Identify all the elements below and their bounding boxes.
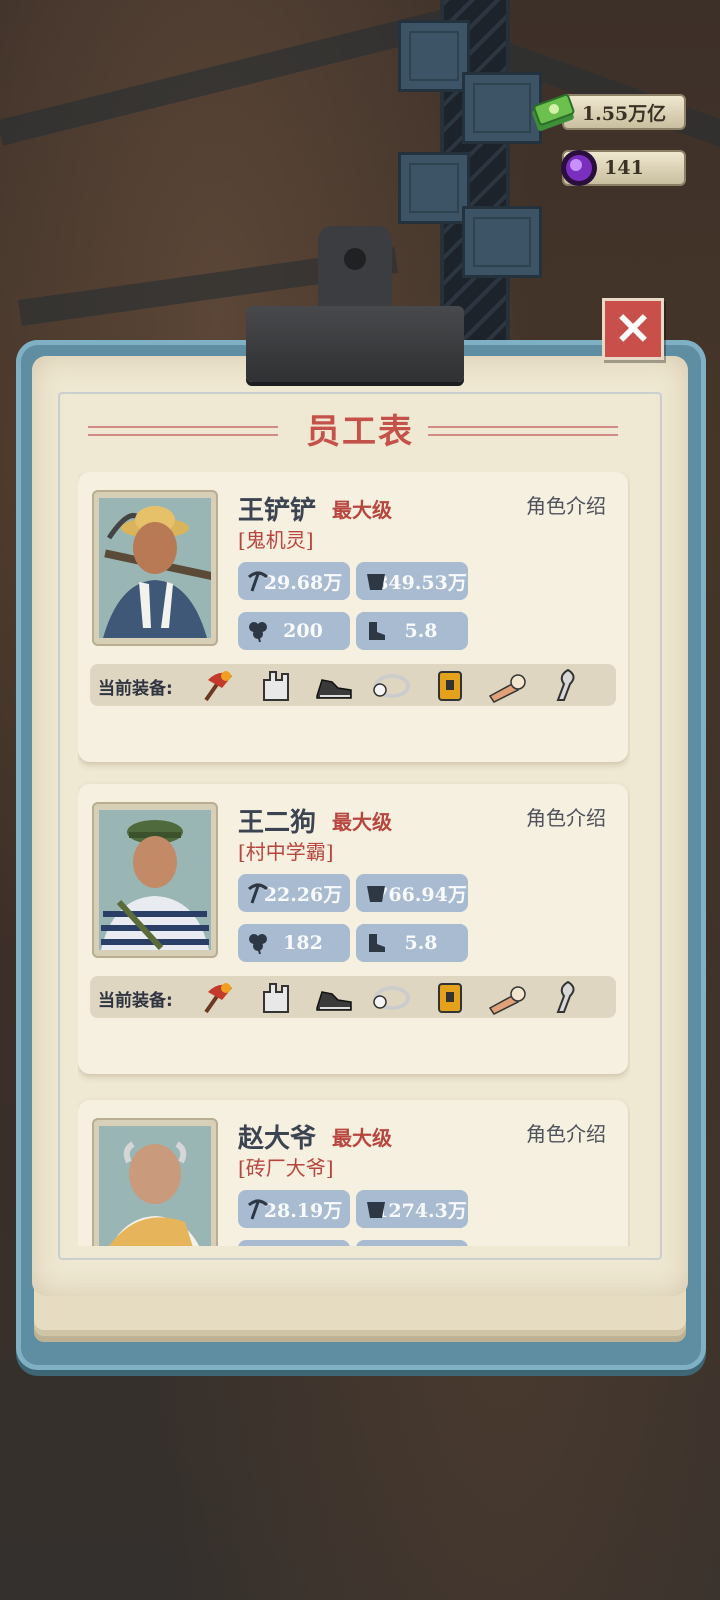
max-level-label: 最大级 — [332, 810, 392, 834]
max-level-label: 最大级 — [332, 1126, 392, 1150]
luck-value: 200 — [283, 620, 323, 642]
employee-name: 王铲铲 — [238, 496, 317, 526]
speed-stat: 5.8 — [356, 924, 468, 962]
backpack-icon[interactable] — [430, 978, 470, 1016]
boot-icon — [369, 934, 385, 952]
employee-title-tag: [村中学霸] — [238, 840, 334, 864]
bucket-icon — [367, 574, 385, 590]
pickaxe-icon[interactable] — [198, 666, 238, 704]
backpack-icon[interactable] — [430, 666, 470, 704]
capacity-value: 1274.3万 — [375, 1199, 467, 1222]
employee-card: 王二狗 最大级 [村中学霸] 角色介绍 22.26万 766.94万 182 5… — [78, 784, 628, 1074]
speed-stat — [356, 1240, 468, 1246]
capacity-stat: 849.53万 — [356, 562, 468, 600]
employee-title-tag: [鬼机灵] — [238, 528, 314, 552]
employee-name: 赵大爷 — [238, 1124, 317, 1154]
mining-stat: 28.19万 — [238, 1190, 350, 1228]
speed-value: 5.8 — [404, 932, 438, 954]
knee-pad-icon[interactable] — [546, 666, 586, 704]
equipment-bar: 当前装备: — [90, 664, 616, 706]
cash-value: 1.55万亿 — [581, 102, 667, 125]
capacity-stat: 1274.3万 — [356, 1190, 468, 1228]
capacity-value: 766.94万 — [375, 883, 467, 906]
employee-list[interactable]: 王铲铲 最大级 [鬼机灵] 角色介绍 29.68万 849.53万 200 5.… — [78, 472, 630, 1246]
employee-portrait — [92, 490, 218, 646]
speed-value: 5.8 — [404, 620, 438, 642]
equipment-label: 当前装备: — [98, 679, 173, 699]
title-divider-right — [428, 426, 618, 436]
speed-stat: 5.8 — [356, 612, 468, 650]
employee-card: 王铲铲 最大级 [鬼机灵] 角色介绍 29.68万 849.53万 200 5.… — [78, 472, 628, 762]
mining-stat: 29.68万 — [238, 562, 350, 600]
capacity-value: 849.53万 — [375, 571, 467, 594]
gloves-icon[interactable] — [256, 666, 296, 704]
cash-counter: 1.55万亿 — [562, 94, 686, 130]
employee-portrait — [92, 802, 218, 958]
equipment-bar: 当前装备: — [90, 976, 616, 1018]
luck-stat — [238, 1240, 350, 1246]
luck-stat: 182 — [238, 924, 350, 962]
equipment-label: 当前装备: — [98, 991, 173, 1011]
employee-name: 王二狗 — [238, 808, 317, 838]
clover-icon — [249, 934, 267, 955]
clover-icon — [249, 622, 267, 643]
character-intro-link[interactable]: 角色介绍 — [526, 802, 606, 831]
capacity-stat: 766.94万 — [356, 874, 468, 912]
purple-orb-icon — [561, 150, 597, 186]
headlamp-icon[interactable] — [372, 978, 412, 1016]
close-icon: ✕ — [614, 303, 652, 355]
mining-stat: 22.26万 — [238, 874, 350, 912]
pickaxe-icon[interactable] — [198, 978, 238, 1016]
close-button[interactable]: ✕ — [602, 298, 664, 360]
cash-bundle-icon — [532, 93, 575, 131]
pickaxe-stat-icon — [248, 883, 268, 904]
arm-guard-icon[interactable] — [488, 666, 528, 704]
shoes-icon[interactable] — [314, 978, 354, 1016]
mining-value: 29.68万 — [263, 571, 343, 594]
gloves-icon[interactable] — [256, 978, 296, 1016]
gem-value: 141 — [604, 157, 644, 179]
pickaxe-stat-icon — [248, 571, 268, 592]
clipboard-clip — [246, 226, 464, 384]
knee-pad-icon[interactable] — [546, 978, 586, 1016]
shoes-icon[interactable] — [314, 666, 354, 704]
bucket-icon — [367, 1202, 385, 1218]
headlamp-icon[interactable] — [372, 666, 412, 704]
bucket-icon — [367, 886, 385, 902]
luck-stat: 200 — [238, 612, 350, 650]
mining-value: 22.26万 — [263, 883, 343, 906]
luck-value: 182 — [283, 932, 323, 954]
boot-icon — [369, 622, 385, 640]
character-intro-link[interactable]: 角色介绍 — [526, 1118, 606, 1147]
max-level-label: 最大级 — [332, 498, 392, 522]
employee-card: 赵大爷 最大级 [砖厂大爷] 角色介绍 28.19万 1274.3万 — [78, 1100, 628, 1246]
employee-title-tag: [砖厂大爷] — [238, 1156, 334, 1180]
character-intro-link[interactable]: 角色介绍 — [526, 490, 606, 519]
employee-portrait — [92, 1118, 218, 1246]
pickaxe-stat-icon — [248, 1199, 268, 1220]
arm-guard-icon[interactable] — [488, 978, 528, 1016]
mining-value: 28.19万 — [263, 1199, 343, 1222]
